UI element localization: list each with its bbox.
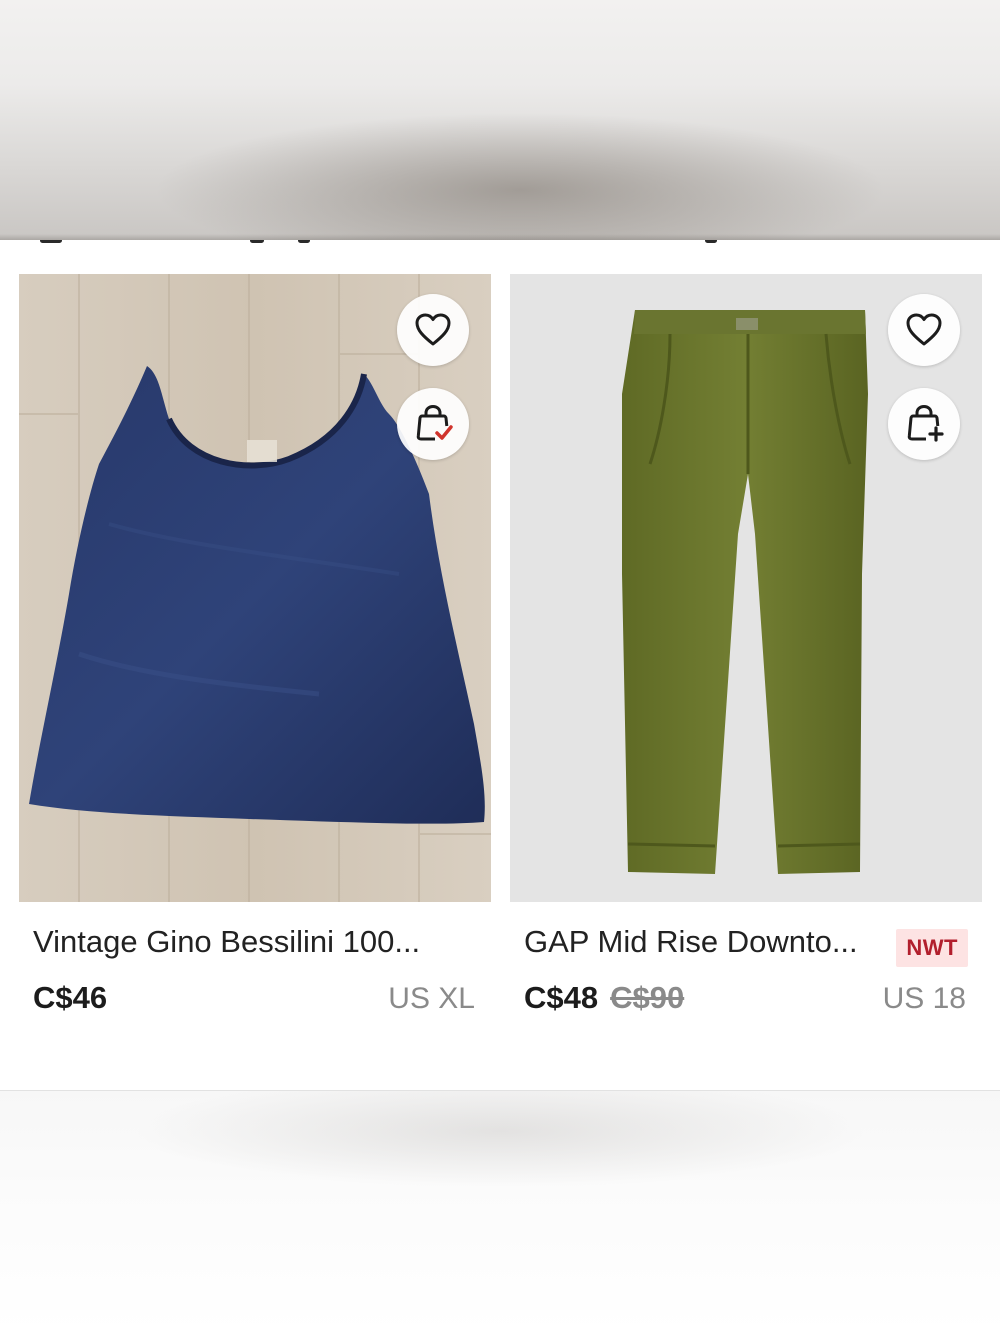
like-button[interactable]: [397, 294, 469, 366]
listing-card[interactable]: GAP Mid Rise Downto... NWT C$48 C$90 US …: [510, 274, 982, 1015]
add-to-bundle-button[interactable]: [888, 388, 960, 460]
heart-icon: [415, 313, 451, 346]
bag-plus-icon: [907, 404, 944, 442]
blurred-footer: [0, 1090, 1000, 1334]
listing-card[interactable]: Vintage Gino Bessilini 100... C$46 US XL: [19, 274, 491, 1015]
heart-icon: [906, 313, 942, 346]
bag-check-icon: [416, 404, 453, 441]
listing-price: C$46: [33, 980, 108, 1015]
price-row: C$46 US XL: [33, 980, 475, 1020]
nwt-badge: NWT: [896, 929, 968, 967]
listing-photo[interactable]: [510, 274, 982, 902]
listing-size: US XL: [388, 982, 475, 1015]
blurred-header: [0, 0, 1000, 240]
bundle-added-button[interactable]: [397, 388, 469, 460]
listing-size: US 18: [882, 982, 966, 1015]
pants-image: [510, 274, 982, 902]
cut-off-heading: [0, 240, 1000, 252]
listing-title[interactable]: GAP Mid Rise Downto...: [524, 924, 884, 960]
listing-title[interactable]: Vintage Gino Bessilini 100...: [33, 924, 473, 960]
listing-price: C$48: [524, 980, 599, 1015]
listing-photo[interactable]: [19, 274, 491, 902]
price-row: C$48 C$90 US 18: [524, 980, 966, 1020]
like-button[interactable]: [888, 294, 960, 366]
original-price: C$90: [610, 980, 685, 1015]
tank-top-image: [19, 274, 491, 902]
